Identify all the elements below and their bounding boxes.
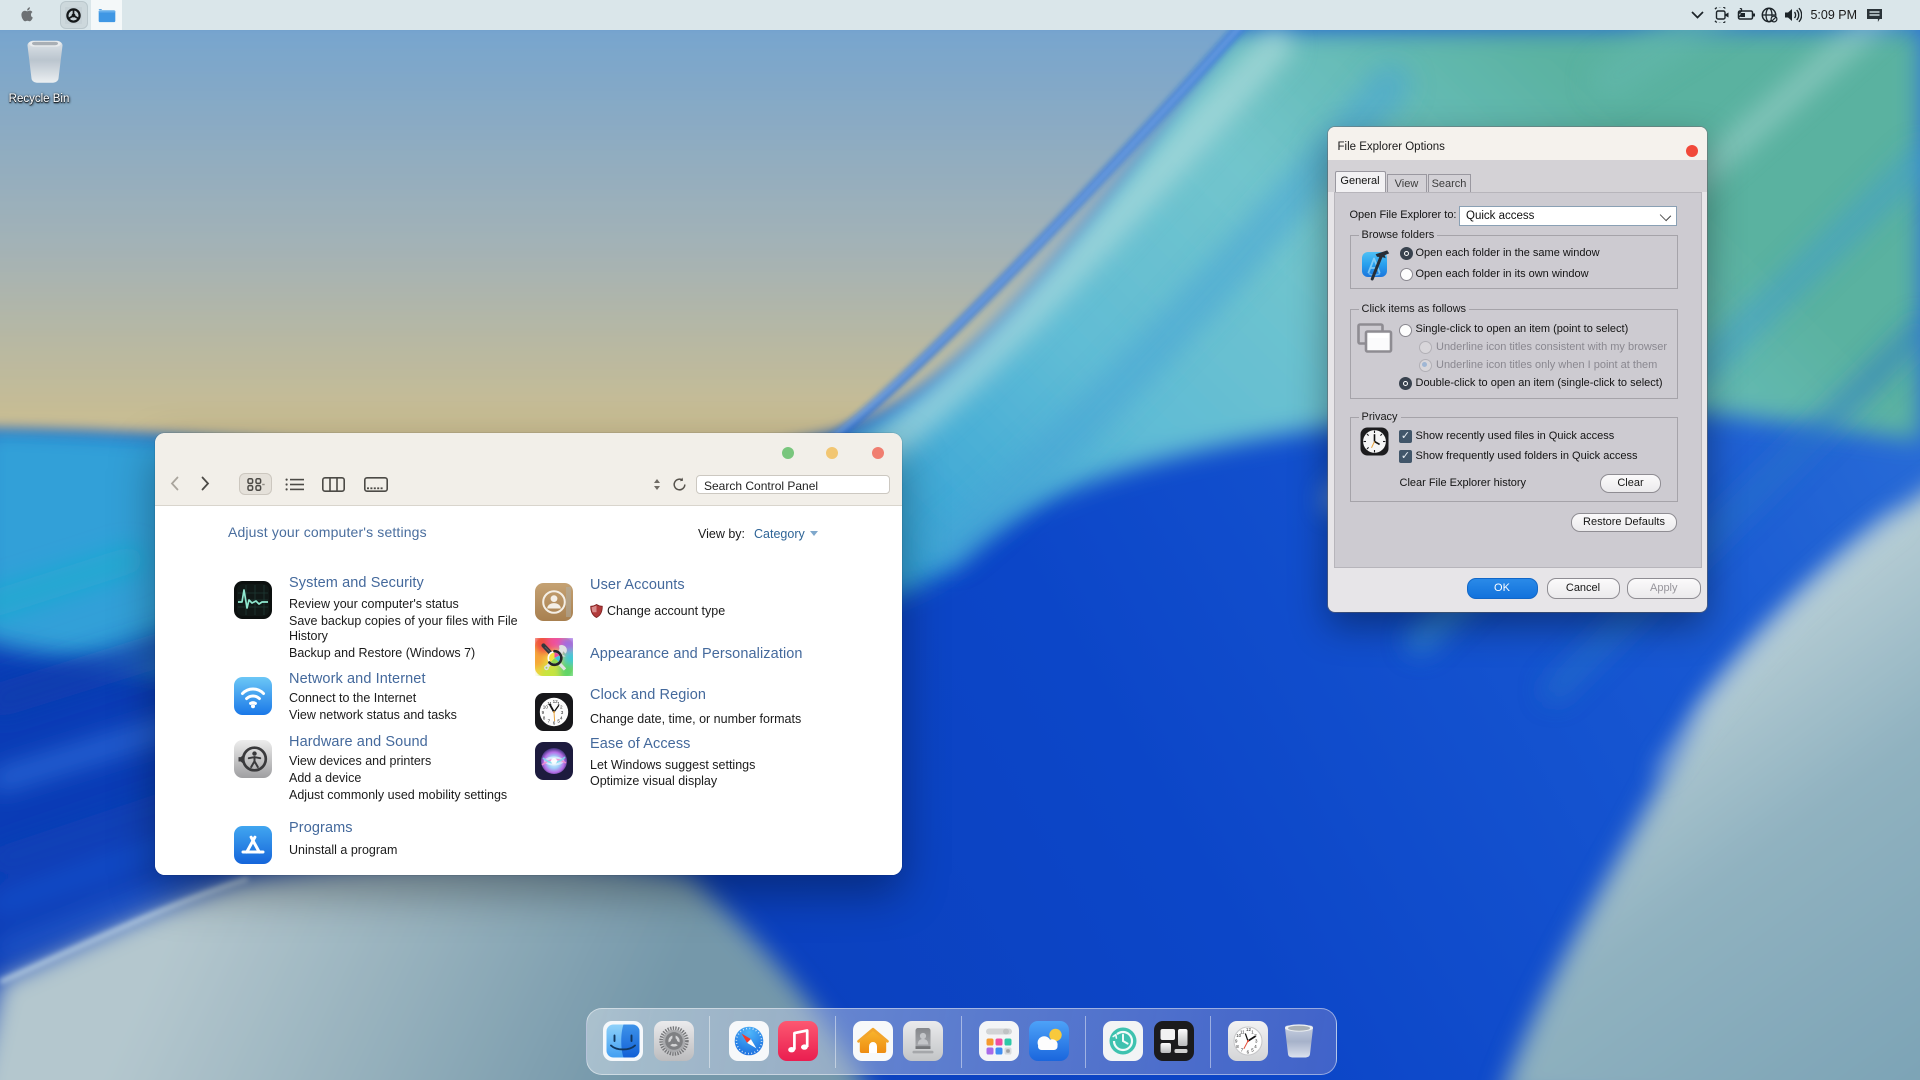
- svg-text:11: 11: [1240, 1029, 1245, 1034]
- svg-text:2: 2: [560, 704, 563, 709]
- svg-text:5: 5: [557, 719, 560, 724]
- svg-text:6: 6: [553, 721, 556, 726]
- svg-text:7: 7: [548, 719, 551, 724]
- svg-text:8: 8: [543, 715, 546, 720]
- svg-text:4: 4: [560, 715, 563, 720]
